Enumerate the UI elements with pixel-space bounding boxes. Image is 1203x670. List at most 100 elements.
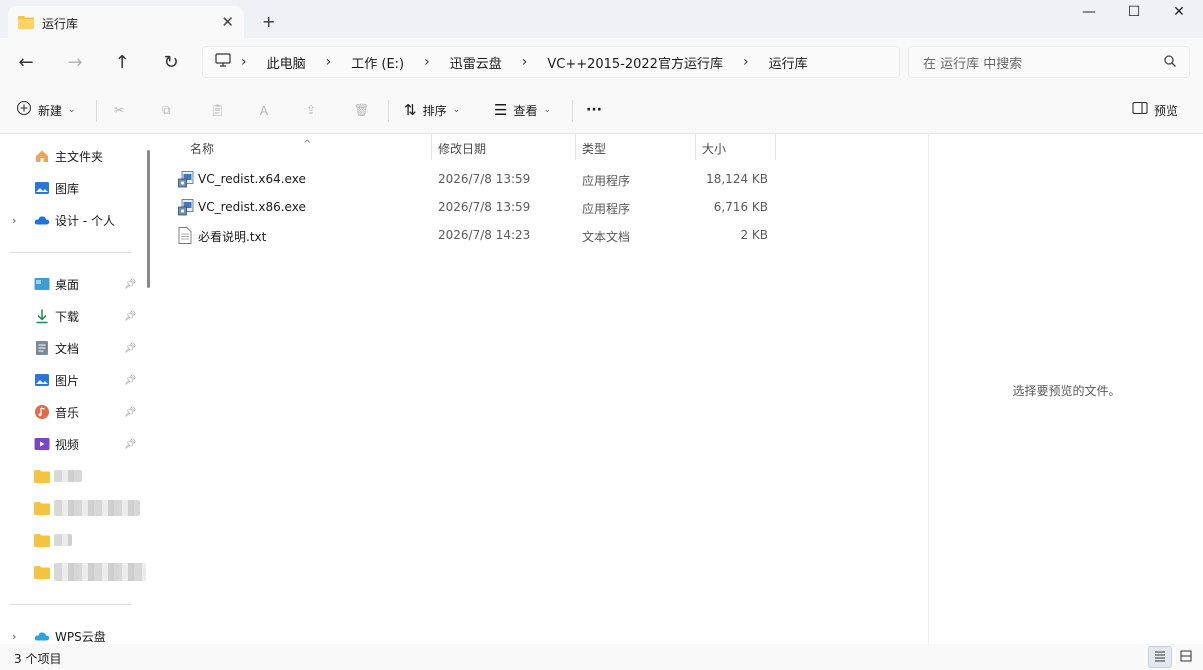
copy-icon[interactable]: ⧉ — [162, 98, 171, 122]
file-date: 2026/7/8 14:23 — [438, 228, 531, 242]
view-button[interactable]: ☰ 查看 ⌄ — [494, 98, 551, 122]
redacted-label — [54, 534, 72, 546]
gallery-icon — [34, 180, 50, 196]
wps-cloud-icon — [34, 628, 50, 644]
more-options-button[interactable]: ··· — [586, 98, 602, 122]
chevron-right-icon[interactable]: › — [241, 54, 247, 70]
address-bar[interactable]: › 此电脑 › 工作 (E:) › 迅雷云盘 › VC++2015-2022官方… — [202, 46, 900, 78]
sidebar-item-downloads[interactable]: 下载 📌︎ — [0, 302, 140, 330]
file-row[interactable]: VC_redist.x64.exe 2026/7/8 13:59 应用程序 18… — [176, 166, 776, 194]
new-button[interactable]: 新建 ⌄ — [16, 98, 76, 122]
sidebar-item-label: 文档 — [55, 341, 80, 356]
tab-current[interactable]: 运行库 ✕ — [8, 6, 244, 40]
share-icon[interactable]: ⇪ — [306, 98, 316, 122]
view-label: 查看 — [513, 103, 538, 118]
details-view-icon — [1154, 650, 1166, 665]
column-divider[interactable] — [575, 134, 576, 160]
refresh-icon[interactable]: ↻ — [159, 50, 183, 74]
sidebar-item-folder[interactable] — [0, 526, 140, 554]
chevron-right-icon[interactable]: › — [743, 54, 749, 70]
document-icon — [34, 340, 50, 356]
folder-icon — [34, 532, 50, 548]
paste-icon[interactable]: 📋︎ — [210, 98, 225, 122]
maximize-button[interactable]: ☐ — [1111, 4, 1157, 24]
sidebar-item-pictures[interactable]: 图片 📌︎ — [0, 366, 140, 394]
column-header-date[interactable]: 修改日期 — [438, 134, 486, 162]
chevron-right-icon[interactable]: › — [12, 630, 16, 643]
file-size: 6,716 KB — [713, 200, 768, 214]
column-divider[interactable] — [695, 134, 696, 160]
window-close-button[interactable]: ✕ — [1156, 4, 1202, 24]
breadcrumb-this-pc[interactable]: 此电脑 — [267, 53, 306, 72]
tiles-view-icon — [1180, 650, 1192, 665]
sidebar-item-label: 图片 — [55, 373, 80, 388]
column-divider[interactable] — [431, 134, 432, 160]
sort-button[interactable]: ⇅ 排序 ⌄ — [404, 98, 460, 122]
sidebar-item-documents[interactable]: 文档 📌︎ — [0, 334, 140, 362]
file-type: 应用程序 — [582, 174, 631, 188]
delete-icon[interactable]: 🗑︎ — [354, 98, 369, 122]
sidebar-item-home[interactable]: 主文件夹 — [0, 142, 140, 170]
new-tab-button[interactable]: + — [262, 12, 275, 31]
file-row[interactable]: VC_redist.x86.exe 2026/7/8 13:59 应用程序 6,… — [176, 194, 776, 222]
column-divider[interactable] — [775, 134, 776, 160]
preview-message: 选择要预览的文件。 — [1012, 384, 1121, 398]
breadcrumb-current[interactable]: 运行库 — [769, 53, 808, 72]
file-list: 名称 ^ 修改日期 类型 大小 VC_redist.x64.exe 2026/7… — [158, 134, 928, 644]
text-file-icon — [178, 227, 194, 244]
command-bar: 新建 ⌄ ✂ ⧉ 📋︎ Ａ ⇪ 🗑︎ ⇅ 排序 ⌄ ☰ 查看 ⌄ ··· 预览 — [0, 86, 1203, 134]
pin-icon[interactable]: 📌︎ — [124, 279, 137, 290]
details-view-button[interactable] — [1148, 646, 1172, 668]
tiles-view-button[interactable] — [1174, 646, 1198, 668]
sidebar-item-music[interactable]: 音乐 📌︎ — [0, 398, 140, 426]
breadcrumb-xunlei[interactable]: 迅雷云盘 — [450, 53, 502, 72]
minimize-button[interactable]: — — [1066, 4, 1112, 24]
back-arrow-icon[interactable]: ← — [14, 50, 38, 74]
chevron-right-icon[interactable]: › — [12, 214, 16, 227]
up-arrow-icon[interactable]: ↑ — [110, 50, 134, 74]
file-date: 2026/7/8 13:59 — [438, 172, 531, 186]
pin-icon[interactable]: 📌︎ — [124, 343, 137, 354]
search-icon[interactable] — [1163, 54, 1177, 72]
preview-pane-button[interactable]: 预览 — [1132, 98, 1178, 122]
breadcrumb-drive-e[interactable]: 工作 (E:) — [351, 53, 404, 72]
sidebar-item-desktop[interactable]: 桌面 📌︎ — [0, 270, 140, 298]
pin-icon[interactable]: 📌︎ — [124, 311, 137, 322]
file-row[interactable]: 必看说明.txt 2026/7/8 14:23 文本文档 2 KB — [176, 222, 776, 250]
file-date: 2026/7/8 13:59 — [438, 200, 531, 214]
new-label: 新建 — [38, 103, 63, 118]
pin-icon[interactable]: 📌︎ — [124, 375, 137, 386]
sidebar-item-folder[interactable] — [0, 494, 140, 522]
column-header-size[interactable]: 大小 — [702, 134, 726, 162]
rename-icon[interactable]: Ａ — [258, 98, 270, 122]
sidebar-scrollbar[interactable] — [147, 150, 150, 288]
chevron-right-icon[interactable]: › — [522, 54, 528, 70]
sidebar-item-onedrive[interactable]: › 设计 - 个人 — [0, 206, 140, 234]
pin-icon[interactable]: 📌︎ — [124, 407, 137, 418]
pin-icon[interactable]: 📌︎ — [124, 439, 137, 450]
file-type: 文本文档 — [582, 230, 631, 244]
desktop-icon — [34, 276, 50, 292]
tab-title: 运行库 — [42, 16, 79, 31]
breadcrumb-vc-runtime[interactable]: VC++2015-2022官方运行库 — [547, 53, 723, 72]
search-input[interactable]: 在 运行库 中搜索 — [908, 46, 1190, 78]
column-header-type[interactable]: 类型 — [582, 134, 606, 162]
installer-icon — [178, 199, 194, 216]
sidebar-item-folder[interactable] — [0, 462, 140, 490]
sidebar-item-folder[interactable] — [0, 558, 146, 586]
title-bar: 运行库 ✕ + — ☐ ✕ — [0, 0, 1203, 40]
cut-icon[interactable]: ✂ — [114, 98, 124, 122]
computer-icon — [215, 53, 231, 71]
sort-label: 排序 — [422, 103, 447, 118]
sidebar-item-gallery[interactable]: 图库 — [0, 174, 140, 202]
column-header-name[interactable]: 名称 — [190, 134, 214, 162]
tab-close-icon[interactable]: ✕ — [221, 13, 234, 31]
file-name: 必看说明.txt — [198, 230, 267, 244]
sort-icon: ⇅ — [404, 101, 417, 119]
installer-icon — [178, 171, 194, 188]
sidebar-item-videos[interactable]: 视频 📌︎ — [0, 430, 140, 458]
chevron-right-icon[interactable]: › — [424, 54, 430, 70]
forward-arrow-icon[interactable]: → — [63, 50, 87, 74]
divider — [10, 252, 132, 253]
chevron-right-icon[interactable]: › — [326, 54, 332, 70]
